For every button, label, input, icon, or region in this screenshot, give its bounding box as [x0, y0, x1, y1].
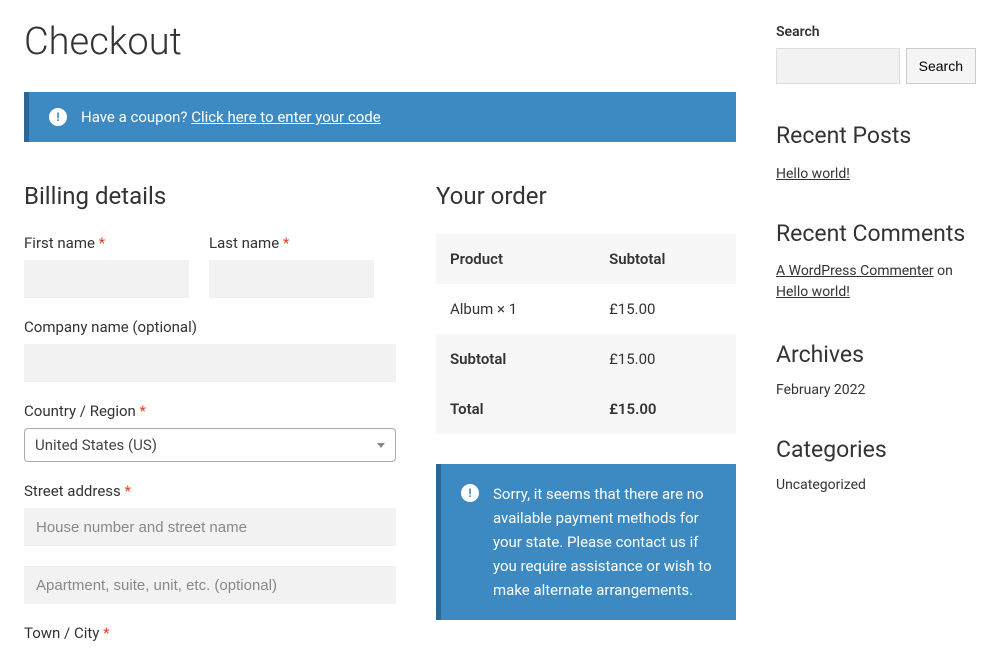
- search-input[interactable]: [776, 48, 900, 84]
- category-item[interactable]: Uncategorized: [776, 477, 976, 493]
- recent-posts-heading: Recent Posts: [776, 122, 976, 149]
- required-asterisk: *: [283, 234, 289, 252]
- street-address-1-input[interactable]: [24, 508, 396, 546]
- product-qty: × 1: [497, 300, 517, 318]
- recent-post-link[interactable]: Hello world!: [776, 166, 850, 182]
- product-name: Album: [450, 300, 497, 318]
- coupon-prompt: Have a coupon?: [81, 108, 191, 126]
- recent-comments-heading: Recent Comments: [776, 220, 976, 247]
- coupon-link[interactable]: Click here to enter your code: [191, 108, 380, 126]
- label-text: Town / City: [24, 624, 103, 642]
- payment-notice-text: Sorry, it seems that there are no availa…: [493, 482, 716, 602]
- order-heading: Your order: [436, 182, 736, 210]
- last-name-label: Last name *: [209, 234, 374, 252]
- total-value: £15.00: [595, 384, 736, 434]
- search-button[interactable]: Search: [906, 48, 976, 84]
- street-label: Street address *: [24, 482, 396, 500]
- label-text: First name: [24, 234, 99, 252]
- table-row: Album × 1 £15.00: [436, 284, 736, 334]
- total-row: Total £15.00: [436, 384, 736, 434]
- archives-heading: Archives: [776, 341, 976, 368]
- subtotal-value: £15.00: [595, 334, 736, 384]
- country-selected: United States (US): [35, 436, 377, 454]
- country-label: Country / Region *: [24, 402, 396, 420]
- required-asterisk: *: [140, 402, 146, 420]
- town-label: Town / City *: [24, 624, 396, 642]
- categories-heading: Categories: [776, 436, 976, 463]
- total-label: Total: [436, 384, 595, 434]
- order-header-subtotal: Subtotal: [595, 234, 736, 284]
- search-label: Search: [776, 24, 976, 40]
- label-text: Last name: [209, 234, 283, 252]
- info-icon: !: [49, 108, 67, 126]
- coupon-banner: ! Have a coupon? Click here to enter you…: [24, 92, 736, 142]
- archive-item[interactable]: February 2022: [776, 382, 976, 398]
- company-label: Company name (optional): [24, 318, 396, 336]
- billing-heading: Billing details: [24, 182, 396, 210]
- last-name-input[interactable]: [209, 260, 374, 298]
- coupon-text: Have a coupon? Click here to enter your …: [81, 108, 381, 126]
- payment-notice: ! Sorry, it seems that there are no avai…: [436, 464, 736, 620]
- on-text: on: [934, 263, 953, 279]
- street-address-2-input[interactable]: [24, 566, 396, 604]
- comment-post-link[interactable]: Hello world!: [776, 284, 850, 300]
- subtotal-row: Subtotal £15.00: [436, 334, 736, 384]
- product-price: £15.00: [595, 284, 736, 334]
- required-asterisk: *: [99, 234, 105, 252]
- company-input[interactable]: [24, 344, 396, 382]
- required-asterisk: *: [124, 482, 130, 500]
- chevron-down-icon: [377, 443, 385, 448]
- recent-comment-item: A WordPress Commenter on Hello world!: [776, 261, 976, 303]
- page-title: Checkout: [24, 20, 736, 64]
- label-text: Street address: [24, 482, 124, 500]
- order-header-product: Product: [436, 234, 595, 284]
- info-icon: !: [461, 484, 479, 502]
- first-name-label: First name *: [24, 234, 189, 252]
- label-text: Country / Region: [24, 402, 140, 420]
- required-asterisk: *: [103, 624, 109, 642]
- commenter-link[interactable]: A WordPress Commenter: [776, 263, 934, 279]
- order-table: Product Subtotal Album × 1 £15.00 Sub: [436, 234, 736, 434]
- subtotal-label: Subtotal: [436, 334, 595, 384]
- first-name-input[interactable]: [24, 260, 189, 298]
- country-select[interactable]: United States (US): [24, 428, 396, 462]
